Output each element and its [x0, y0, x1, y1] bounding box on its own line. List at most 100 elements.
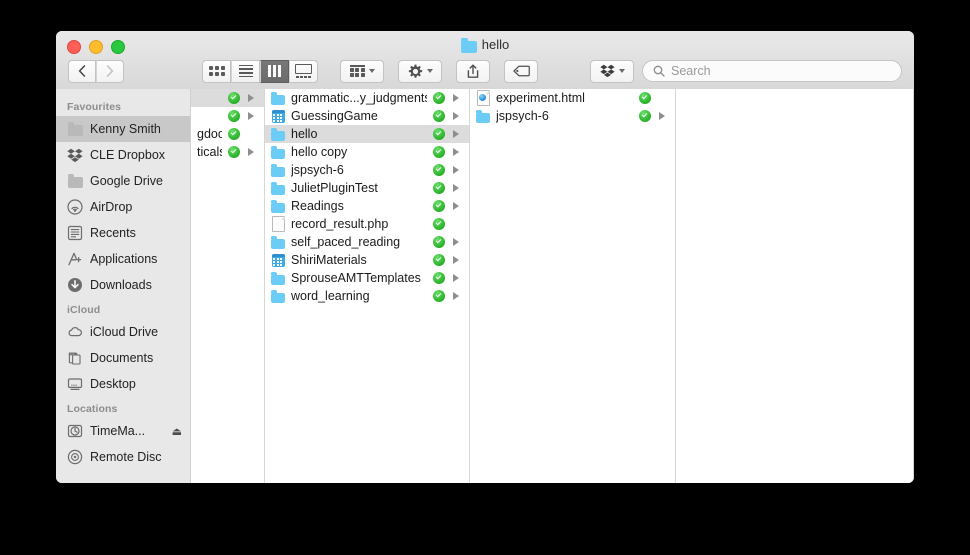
file-row[interactable]: Readings [265, 197, 469, 215]
folder-icon [271, 271, 285, 285]
folder-icon [271, 235, 285, 249]
file-row[interactable]: JulietPluginTest [265, 179, 469, 197]
folder-icon [271, 127, 285, 141]
column-3[interactable] [676, 89, 914, 483]
document-icon [271, 217, 285, 231]
column-1[interactable]: grammatic...y_judgmentsGuessingGamehello… [265, 89, 470, 483]
forward-button[interactable] [96, 60, 124, 83]
sidebar-item-airdrop[interactable]: AirDrop [56, 194, 190, 220]
folder-icon [68, 177, 83, 188]
sidebar-item-timema[interactable]: TimeMa... ⏏ [56, 418, 190, 444]
disclosure-arrow-icon[interactable] [453, 166, 465, 174]
sidebar-item-google-drive[interactable]: Google Drive [56, 168, 190, 194]
action-button[interactable] [398, 60, 442, 83]
folder-icon [476, 109, 490, 123]
folder-icon [271, 145, 285, 159]
disclosure-arrow-icon[interactable] [453, 184, 465, 192]
file-row[interactable]: word_learning [265, 287, 469, 305]
sidebar-item-cle-dropbox[interactable]: CLE Dropbox [56, 142, 190, 168]
tag-button[interactable] [504, 60, 538, 83]
sidebar-item-desktop[interactable]: Desktop [56, 371, 190, 397]
file-row[interactable]: hello [265, 125, 469, 143]
downloads-icon [67, 277, 83, 293]
file-row[interactable]: record_result.php [265, 215, 469, 233]
tag-icon [513, 65, 530, 77]
file-row[interactable]: ticals [191, 143, 264, 161]
search-icon [653, 65, 665, 77]
file-name: word_learning [291, 289, 427, 303]
disclosure-arrow-icon[interactable] [453, 148, 465, 156]
sidebar-item-icloud-drive[interactable]: iCloud Drive [56, 319, 190, 345]
disclosure-arrow-icon[interactable] [453, 274, 465, 282]
folder-icon [271, 293, 285, 303]
disclosure-arrow-icon[interactable] [248, 148, 260, 156]
window-body: FavouritesKenny SmithCLE DropboxGoogle D… [56, 89, 914, 483]
file-row[interactable]: grammatic...y_judgments [265, 89, 469, 107]
columns-icon [268, 65, 281, 77]
file-row[interactable]: jspsych-6 [265, 161, 469, 179]
folder-icon [68, 125, 83, 136]
sidebar-item-label: CLE Dropbox [90, 148, 165, 162]
disclosure-arrow-icon[interactable] [659, 112, 671, 120]
share-button[interactable] [456, 60, 490, 83]
sync-check-icon [433, 146, 445, 158]
file-row[interactable]: hello copy [265, 143, 469, 161]
disclosure-arrow-icon[interactable] [248, 112, 260, 120]
sidebar-item-remote-disc[interactable]: Remote Disc [56, 444, 190, 470]
arrange-icon [350, 65, 365, 77]
column-view-button[interactable] [260, 60, 289, 83]
sidebar-item-label: Downloads [90, 278, 152, 292]
window-titlebar: hello [56, 31, 914, 90]
sidebar-item-label: TimeMa... [90, 424, 145, 438]
file-row[interactable]: SprouseAMTTemplates [265, 269, 469, 287]
disclosure-arrow-icon[interactable] [453, 130, 465, 138]
app-grid-icon [271, 109, 285, 123]
disclosure-arrow-icon[interactable] [453, 238, 465, 246]
gallery-icon [295, 64, 312, 79]
back-button[interactable] [68, 60, 96, 83]
file-row[interactable]: ShiriMaterials [265, 251, 469, 269]
arrange-button[interactable] [340, 60, 384, 83]
sidebar-item-downloads[interactable]: Downloads [56, 272, 190, 298]
icon-view-button[interactable] [202, 60, 231, 83]
file-row[interactable]: GuessingGame [265, 107, 469, 125]
file-row[interactable]: self_paced_reading [265, 233, 469, 251]
gallery-view-button[interactable] [289, 60, 318, 83]
sidebar-item-recents[interactable]: Recents [56, 220, 190, 246]
folder-icon [271, 203, 285, 213]
disclosure-arrow-icon[interactable] [453, 112, 465, 120]
dropbox-button[interactable] [590, 60, 634, 83]
folder-icon [271, 91, 285, 105]
disclosure-arrow-icon[interactable] [248, 94, 260, 102]
sidebar-item-label: Google Drive [90, 174, 163, 188]
html-document-icon [477, 90, 490, 106]
window-title-text: hello [482, 37, 509, 52]
file-name: jspsych-6 [496, 109, 633, 123]
sidebar-item-documents[interactable]: Documents [56, 345, 190, 371]
list-view-button[interactable] [231, 60, 260, 83]
grid-icon [209, 66, 225, 76]
folder-icon [271, 289, 285, 303]
file-row[interactable]: experiment.html [470, 89, 675, 107]
column-0[interactable]: gdocticals [191, 89, 265, 483]
disclosure-arrow-icon[interactable] [453, 202, 465, 210]
sidebar-item-kenny-smith[interactable]: Kenny Smith [56, 116, 190, 142]
sync-check-icon [433, 92, 445, 104]
disclosure-arrow-icon[interactable] [453, 256, 465, 264]
disclosure-arrow-icon[interactable] [453, 292, 465, 300]
file-name: SprouseAMTTemplates [291, 271, 427, 285]
file-row[interactable] [191, 89, 264, 107]
remote-disc-icon [67, 449, 83, 465]
sync-check-icon [433, 128, 445, 140]
file-row[interactable]: jspsych-6 [470, 107, 675, 125]
sidebar-item-applications[interactable]: Applications [56, 246, 190, 272]
sync-check-icon [228, 128, 240, 140]
search-field[interactable]: Search [642, 60, 902, 82]
sidebar[interactable]: FavouritesKenny SmithCLE DropboxGoogle D… [56, 89, 191, 483]
file-row[interactable]: gdoc [191, 125, 264, 143]
eject-button[interactable]: ⏏ [172, 425, 182, 438]
disclosure-arrow-icon[interactable] [453, 94, 465, 102]
file-row[interactable] [191, 107, 264, 125]
column-2[interactable]: experiment.html jspsych-6 [470, 89, 676, 483]
documents-icon [67, 350, 83, 366]
